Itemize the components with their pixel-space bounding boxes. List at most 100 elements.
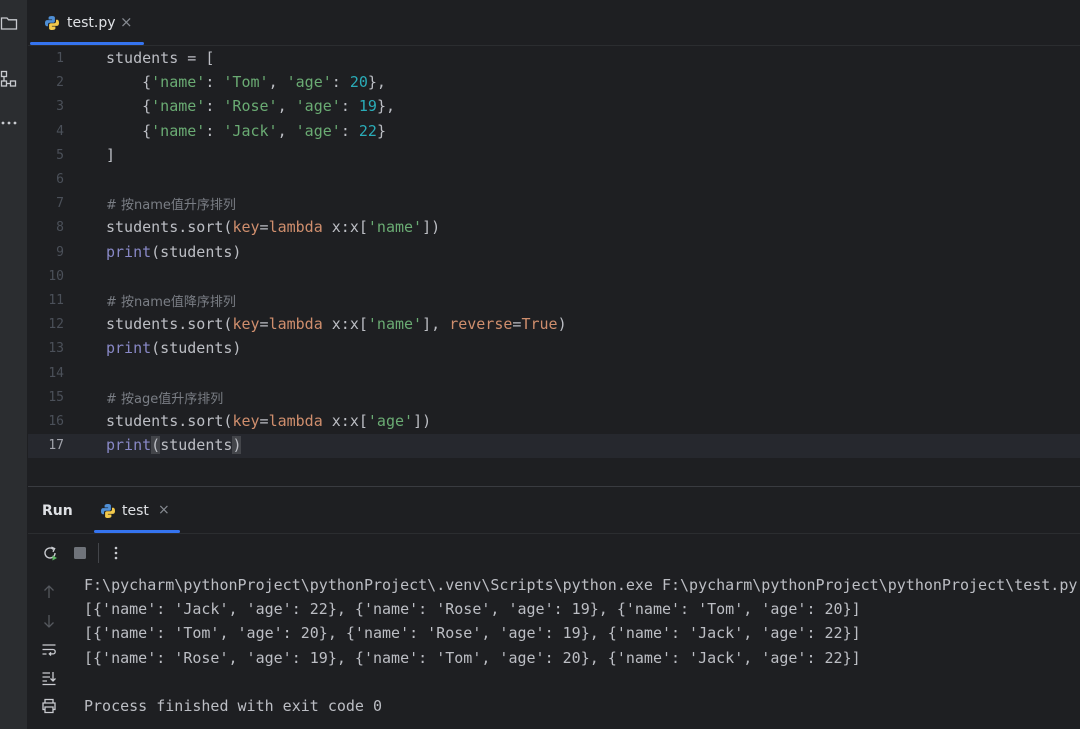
code-line[interactable]: 4 {'name': 'Jack', 'age': 22} bbox=[28, 120, 1080, 144]
code-text: students = [ bbox=[106, 49, 214, 67]
line-number: 8 bbox=[56, 220, 64, 236]
code-token: 'name' bbox=[151, 121, 206, 140]
line-number: 5 bbox=[56, 147, 64, 163]
active-tab-indicator bbox=[30, 42, 144, 45]
structure-icon[interactable] bbox=[0, 70, 18, 88]
code-token: print bbox=[106, 436, 152, 455]
line-number: 14 bbox=[48, 365, 64, 381]
code-text: print(students) bbox=[106, 243, 241, 261]
code-line[interactable]: 17 print(students) bbox=[28, 434, 1080, 459]
scroll-up-icon[interactable] bbox=[41, 584, 57, 600]
code-token: key bbox=[232, 218, 260, 237]
code-token: 'Jack' bbox=[223, 121, 278, 140]
code-token: True bbox=[521, 315, 558, 334]
more-vertical-icon[interactable] bbox=[108, 545, 124, 561]
editor-tab-test-py[interactable]: test.py × bbox=[30, 0, 144, 46]
code-token: 'name' bbox=[367, 315, 423, 334]
code-token: 'name' bbox=[367, 218, 423, 237]
code-line[interactable]: 15 # 按age值升序排列 bbox=[28, 386, 1080, 410]
code-token: , bbox=[268, 73, 287, 92]
code-line[interactable]: 14 bbox=[28, 362, 1080, 386]
code-token: 'Rose' bbox=[223, 97, 278, 116]
code-token: 'age' bbox=[367, 412, 414, 430]
scroll-down-icon[interactable] bbox=[41, 613, 57, 629]
code-token: ) bbox=[232, 436, 242, 455]
line-number: 6 bbox=[56, 172, 64, 187]
code-token: students = [ bbox=[106, 49, 215, 67]
line-number: 9 bbox=[56, 244, 64, 260]
code-text: {'name': 'Tom', 'age': 20}, bbox=[106, 73, 386, 91]
run-tab-label: test bbox=[122, 503, 149, 519]
activity-bar bbox=[0, 0, 28, 729]
stop-icon[interactable] bbox=[72, 545, 88, 561]
code-token: students.sort( bbox=[106, 315, 233, 334]
code-text: # 按name值降序排列 bbox=[106, 291, 236, 310]
python-run-icon bbox=[101, 504, 115, 518]
run-panel-title: Run bbox=[42, 503, 73, 519]
print-icon[interactable] bbox=[41, 698, 57, 714]
run-tab-test[interactable]: test × bbox=[94, 487, 180, 533]
line-number: 16 bbox=[48, 414, 64, 429]
code-token: ( bbox=[151, 436, 161, 455]
code-token: key bbox=[232, 315, 260, 334]
code-token: = bbox=[259, 218, 269, 237]
code-editor[interactable]: 1 students = [ 2 {'name': 'Tom', 'age': 20… bbox=[28, 46, 1080, 486]
code-token: print bbox=[106, 242, 152, 261]
code-token: # 按age值升序排列 bbox=[106, 391, 224, 407]
code-token: : bbox=[205, 97, 224, 116]
code-line[interactable]: 8 students.sort(key=lambda x:x['name']) bbox=[28, 216, 1080, 240]
code-token: # 按name值升序排列 bbox=[106, 198, 236, 214]
code-token: x:x[ bbox=[322, 315, 368, 334]
code-token: 'age' bbox=[295, 97, 341, 116]
console-output[interactable]: F:\pycharm\pythonProject\pythonProject\.… bbox=[70, 571, 1080, 729]
code-token: 'age' bbox=[295, 121, 341, 140]
code-token: (students) bbox=[151, 242, 242, 261]
code-token: ) bbox=[557, 315, 567, 334]
code-token: : bbox=[205, 121, 224, 140]
code-line[interactable]: 3 {'name': 'Rose', 'age': 19}, bbox=[28, 95, 1080, 119]
code-token: students.sort( bbox=[106, 218, 233, 237]
code-line[interactable]: 2 {'name': 'Tom', 'age': 20}, bbox=[28, 71, 1080, 95]
code-token: = bbox=[259, 315, 269, 334]
code-token: x:x[ bbox=[322, 412, 368, 430]
code-token: { bbox=[106, 121, 152, 140]
line-number: 1 bbox=[56, 51, 64, 66]
code-text: students.sort(key=lambda x:x['name']) bbox=[106, 218, 440, 236]
more-icon[interactable] bbox=[0, 114, 18, 132]
code-token: { bbox=[106, 97, 152, 116]
code-line[interactable]: 9 print(students) bbox=[28, 241, 1080, 265]
code-line[interactable]: 10 bbox=[28, 265, 1080, 289]
code-text: print(students) bbox=[106, 436, 242, 455]
code-token: = bbox=[259, 412, 269, 430]
console-line: Process finished with exit code 0 bbox=[84, 697, 383, 715]
code-line[interactable]: 11 # 按name值降序排列 bbox=[28, 289, 1080, 313]
code-line[interactable]: 16 students.sort(key=lambda x:x['age']) bbox=[28, 410, 1080, 434]
rerun-icon[interactable] bbox=[42, 545, 58, 561]
folder-icon[interactable] bbox=[0, 14, 18, 32]
close-icon[interactable]: × bbox=[158, 502, 170, 518]
code-text: # 按name值升序排列 bbox=[106, 194, 236, 213]
code-line[interactable]: 7 # 按name值升序排列 bbox=[28, 192, 1080, 216]
code-token: lambda bbox=[268, 315, 323, 334]
code-token: print bbox=[106, 339, 152, 358]
code-line[interactable]: 5] bbox=[28, 144, 1080, 168]
line-number: 10 bbox=[48, 268, 64, 284]
code-line[interactable]: 13 print(students) bbox=[28, 337, 1080, 361]
code-text: students.sort(key=lambda x:x['age']) bbox=[106, 412, 431, 430]
code-token: { bbox=[106, 73, 152, 92]
soft-wrap-icon[interactable] bbox=[41, 642, 57, 658]
code-token: reverse bbox=[449, 315, 513, 334]
code-line[interactable]: 6 bbox=[28, 168, 1080, 192]
code-token: students.sort( bbox=[106, 412, 233, 430]
code-token: x:x[ bbox=[322, 218, 368, 237]
editor-tab-bar: test.py × bbox=[28, 0, 1080, 46]
line-number: 2 bbox=[56, 75, 64, 91]
code-token: 19 bbox=[358, 97, 377, 116]
close-icon[interactable]: × bbox=[120, 13, 133, 31]
code-token: }, bbox=[376, 97, 395, 116]
code-token: lambda bbox=[268, 218, 323, 237]
code-line[interactable]: 1 students = [ bbox=[28, 47, 1080, 71]
scroll-to-end-icon[interactable] bbox=[41, 670, 57, 686]
code-token: 20 bbox=[349, 73, 368, 92]
code-line[interactable]: 12 students.sort(key=lambda x:x['name'], … bbox=[28, 313, 1080, 337]
